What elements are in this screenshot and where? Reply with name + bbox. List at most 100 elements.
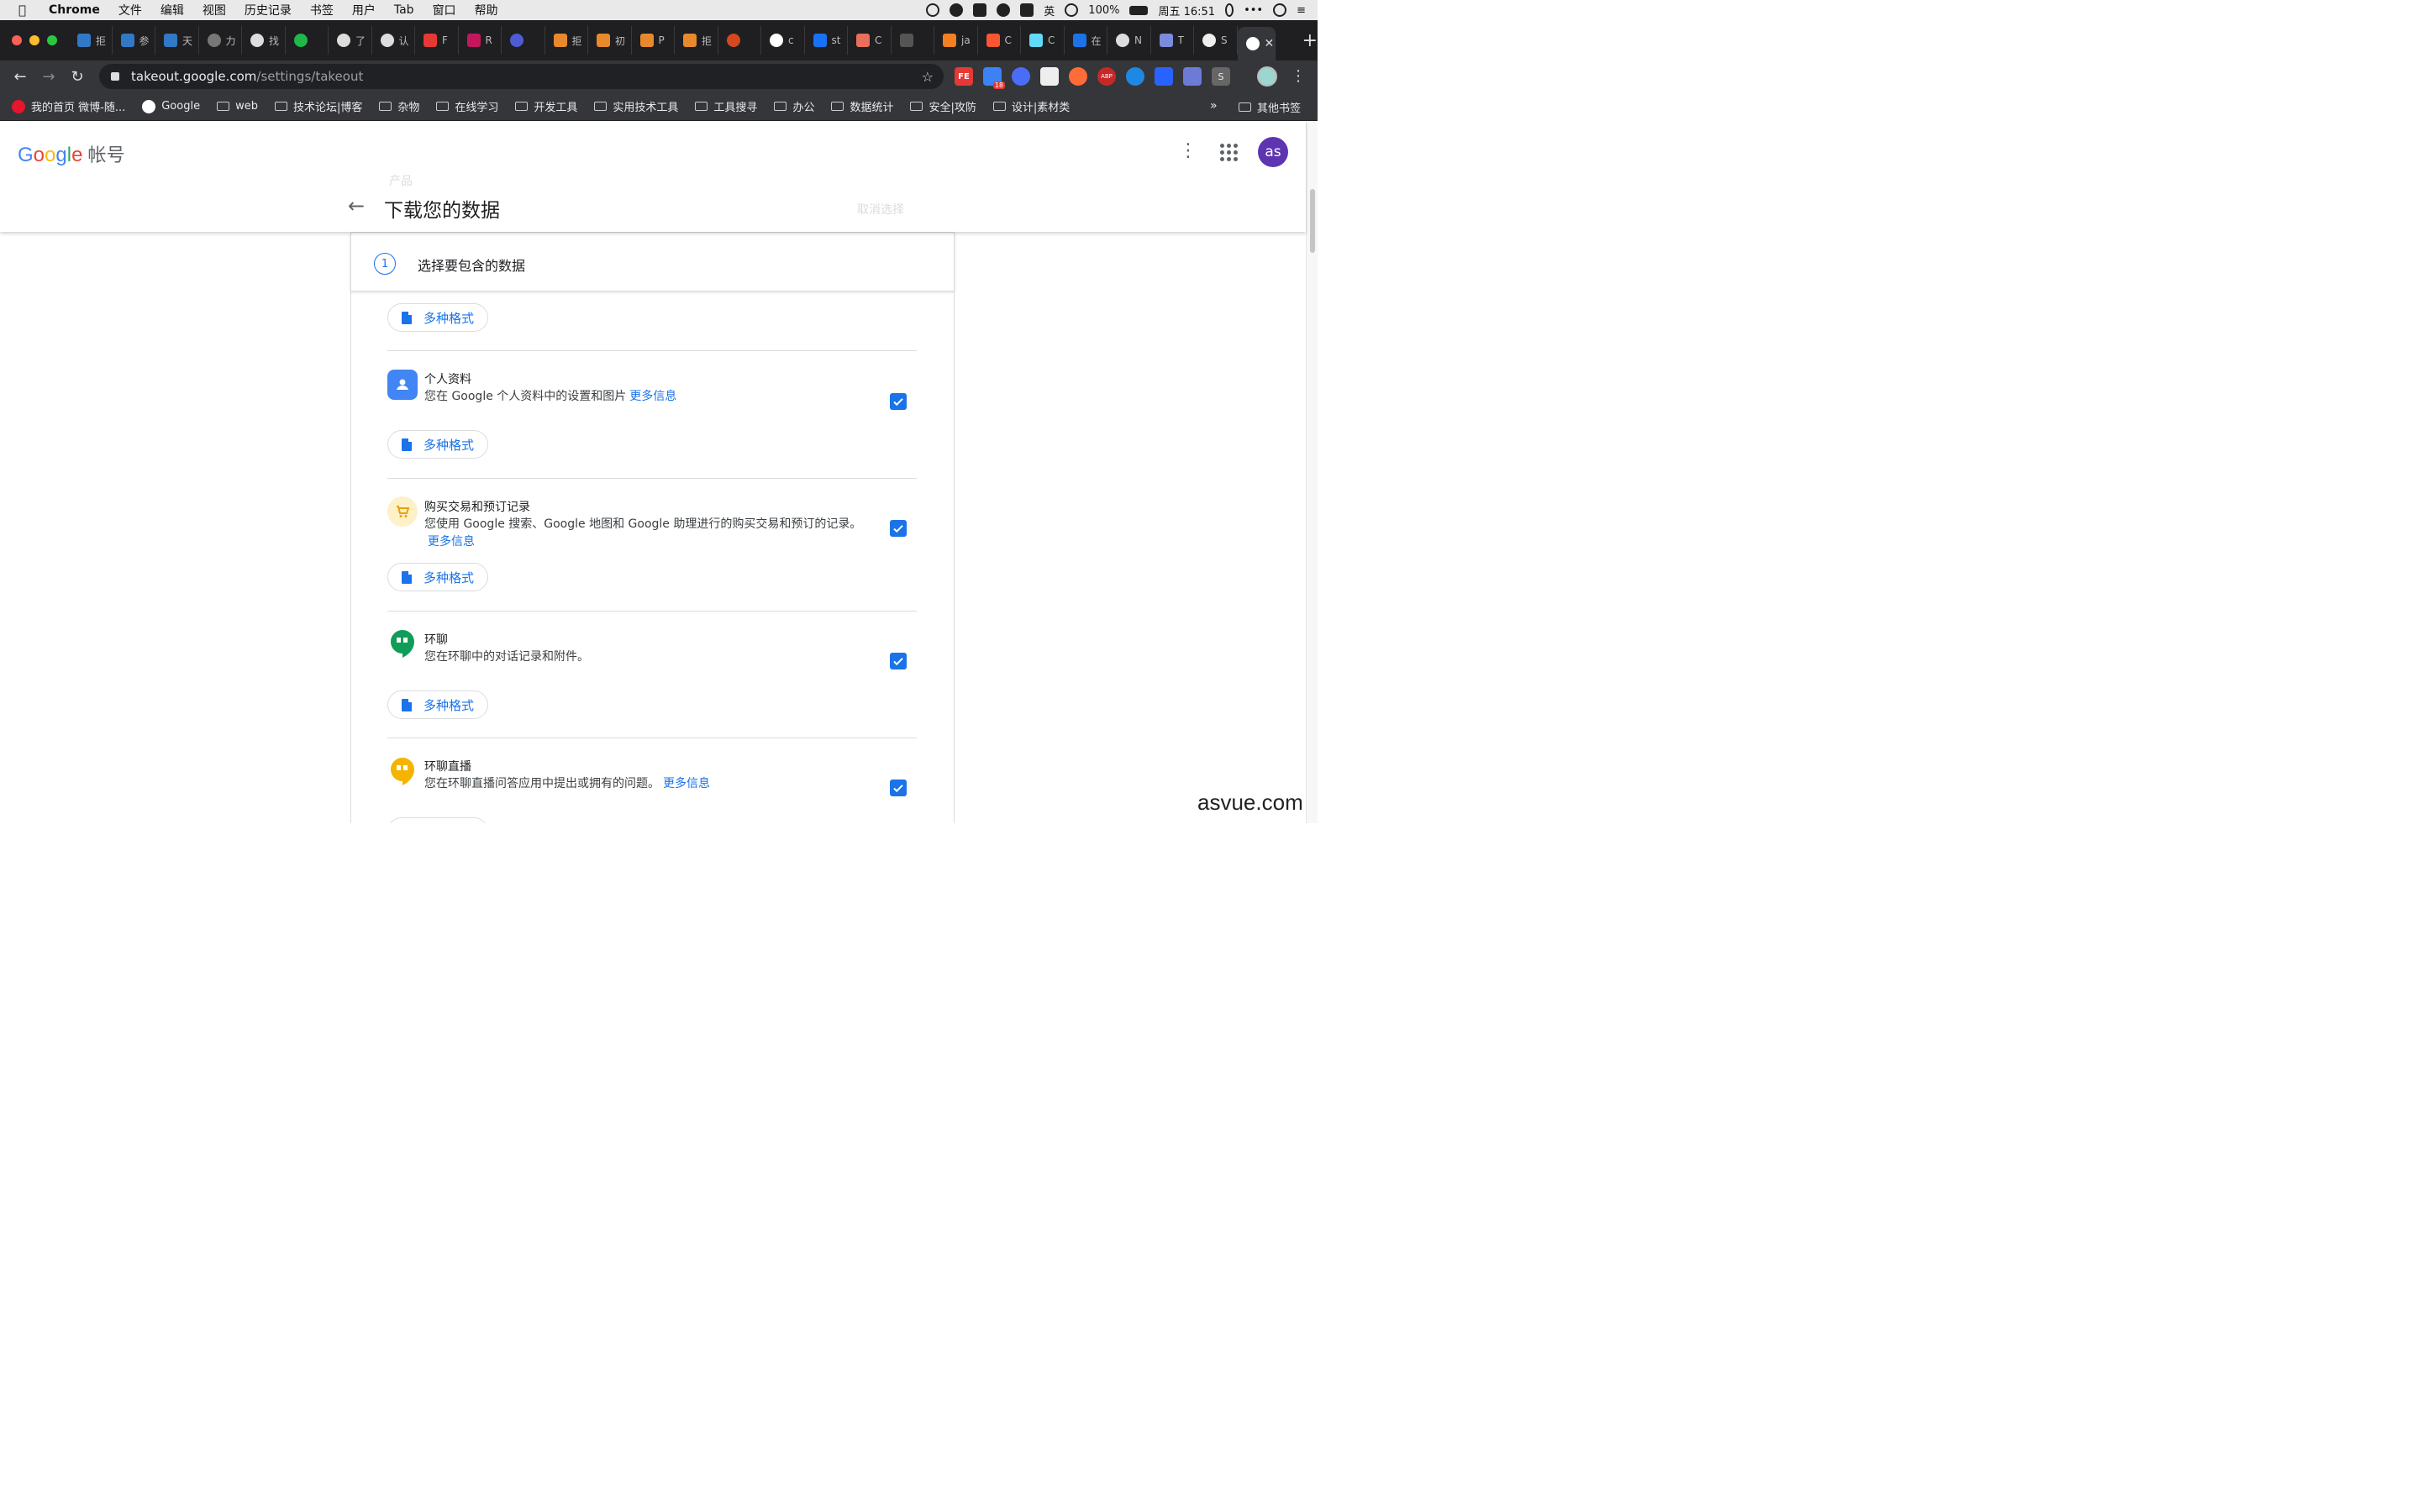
format-button[interactable]: 多种格式: [387, 430, 488, 459]
tab-22[interactable]: C: [1021, 26, 1065, 55]
asterisk-extension-icon[interactable]: [1126, 67, 1144, 86]
bookmark-10[interactable]: 数据统计: [831, 98, 893, 114]
format-button[interactable]: 多种格式: [387, 690, 488, 719]
tab-0[interactable]: 拒: [69, 26, 113, 55]
tab-21[interactable]: C: [978, 26, 1021, 55]
bookmark-11[interactable]: 安全|攻防: [910, 98, 976, 114]
bookmark-9[interactable]: 办公: [774, 98, 814, 114]
bookmark-2[interactable]: web: [217, 100, 258, 113]
crosshair-icon[interactable]: [926, 3, 940, 17]
bookmark-star-icon[interactable]: ☆: [922, 69, 934, 85]
scrollbar-thumb[interactable]: [1310, 189, 1315, 253]
tab-12[interactable]: 初: [588, 26, 632, 55]
address-bar[interactable]: takeout.google.com/settings/takeout ☆: [99, 64, 944, 89]
menu-bookmarks[interactable]: 书签: [310, 2, 334, 18]
learn-more-link[interactable]: 更多信息: [629, 390, 676, 403]
lock-icon[interactable]: [111, 72, 119, 81]
tab-4[interactable]: 找: [242, 26, 286, 55]
page-scrollbar[interactable]: [1306, 122, 1318, 823]
battery-icon[interactable]: [1129, 5, 1149, 15]
product-checkbox-hangouts[interactable]: [890, 653, 907, 669]
tab-24[interactable]: N: [1107, 26, 1151, 55]
tabs-extension-icon[interactable]: 18: [983, 67, 1005, 89]
postman-extension-icon[interactable]: [1069, 67, 1087, 86]
menu-file[interactable]: 文件: [118, 2, 142, 18]
notification-center-icon[interactable]: ≡: [1297, 4, 1306, 17]
url-text[interactable]: takeout.google.com/settings/takeout: [131, 69, 363, 84]
tab-25[interactable]: T: [1151, 26, 1194, 55]
spotlight-icon[interactable]: [1273, 3, 1287, 17]
step-header[interactable]: 1 选择要包含的数据: [350, 232, 955, 291]
moon-icon[interactable]: [997, 3, 1011, 17]
menu-history[interactable]: 历史记录: [245, 2, 292, 18]
new-tab-button[interactable]: +: [1302, 30, 1318, 51]
tab-1[interactable]: 参: [113, 26, 155, 55]
s-app-icon[interactable]: [973, 3, 987, 17]
tab-6[interactable]: 了: [329, 26, 372, 55]
telegram-icon[interactable]: [950, 3, 964, 17]
bookmark-12[interactable]: 设计|素材类: [992, 98, 1070, 114]
minimize-window-button[interactable]: [29, 35, 39, 45]
close-window-button[interactable]: [12, 35, 22, 45]
tab-14[interactable]: 拒: [675, 26, 718, 55]
adblock-plus-extension-icon[interactable]: ABP: [1097, 67, 1116, 86]
wifi-icon[interactable]: [1065, 3, 1079, 17]
tab-11[interactable]: 拒: [545, 26, 588, 55]
account-avatar[interactable]: as: [1258, 137, 1288, 167]
clock[interactable]: 周五 16:51: [1158, 3, 1215, 18]
back-button[interactable]: ←: [6, 68, 34, 86]
tab-9[interactable]: R: [459, 26, 502, 55]
input-method-indicator[interactable]: 英: [1044, 3, 1055, 18]
bluetooth-icon[interactable]: [1225, 3, 1234, 17]
send-icon[interactable]: [1020, 3, 1034, 17]
product-checkbox-profile[interactable]: [890, 393, 907, 410]
apple-icon[interactable]: : [18, 3, 35, 18]
tab-20[interactable]: ja: [934, 26, 978, 55]
bookmark-3[interactable]: 技术论坛|博客: [274, 98, 362, 114]
google-apps-icon[interactable]: [1220, 144, 1238, 161]
format-button[interactable]: 多种格式: [387, 817, 488, 823]
bookmark-7[interactable]: 实用技术工具: [594, 98, 678, 114]
profile-avatar[interactable]: [1257, 66, 1277, 87]
tab-17[interactable]: st: [805, 26, 848, 55]
tab-15[interactable]: [718, 26, 761, 55]
s-extension-icon[interactable]: S: [1212, 67, 1230, 86]
check-extension-icon[interactable]: [1012, 67, 1030, 86]
bookmark-6[interactable]: 开发工具: [515, 98, 577, 114]
battery-percent[interactable]: 100%: [1088, 4, 1119, 17]
menu-tab[interactable]: Tab: [394, 3, 414, 17]
more-options-icon[interactable]: ⋮: [1179, 140, 1197, 161]
glasses-extension-icon[interactable]: [1040, 67, 1059, 86]
tab-5[interactable]: [286, 26, 329, 55]
menu-people[interactable]: 用户: [352, 2, 376, 18]
tab-16[interactable]: c: [761, 26, 805, 55]
product-checkbox-hangouts-on-air[interactable]: [890, 780, 907, 796]
bookmark-4[interactable]: 杂物: [379, 98, 419, 114]
more-dots-icon[interactable]: •••: [1244, 4, 1263, 17]
tab-19[interactable]: [892, 26, 934, 55]
menu-view[interactable]: 视图: [203, 2, 226, 18]
product-checkbox-purchases[interactable]: [890, 520, 907, 537]
tab-26[interactable]: S: [1194, 26, 1238, 55]
octotree-extension-icon[interactable]: [1183, 67, 1202, 86]
menu-edit[interactable]: 编辑: [160, 2, 184, 18]
fe-helper-extension-icon[interactable]: FE: [955, 67, 973, 86]
format-button[interactable]: 多种格式: [387, 563, 488, 591]
tab-8[interactable]: F: [415, 26, 459, 55]
google-account-logo[interactable]: Google 帐号: [18, 140, 124, 167]
tab-3[interactable]: 力: [199, 26, 242, 55]
tab-active[interactable]: ✕: [1237, 27, 1276, 60]
bookmark-8[interactable]: 工具搜寻: [695, 98, 757, 114]
chrome-menu-icon[interactable]: ⋮: [1291, 67, 1306, 85]
bookmark-1[interactable]: Google: [142, 99, 200, 113]
reload-button[interactable]: ↻: [63, 68, 92, 86]
format-button[interactable]: 多种格式: [387, 303, 488, 332]
zoom-window-button[interactable]: [47, 35, 57, 45]
bookmark-0[interactable]: 我的首页 微博-随...: [12, 98, 125, 114]
forward-button[interactable]: →: [34, 68, 63, 86]
learn-more-link[interactable]: 更多信息: [428, 535, 475, 549]
bookmark-5[interactable]: 在线学习: [436, 98, 498, 114]
menu-window[interactable]: 窗口: [433, 2, 456, 18]
link-extension-icon[interactable]: [1155, 67, 1173, 86]
tab-13[interactable]: P: [632, 26, 675, 55]
